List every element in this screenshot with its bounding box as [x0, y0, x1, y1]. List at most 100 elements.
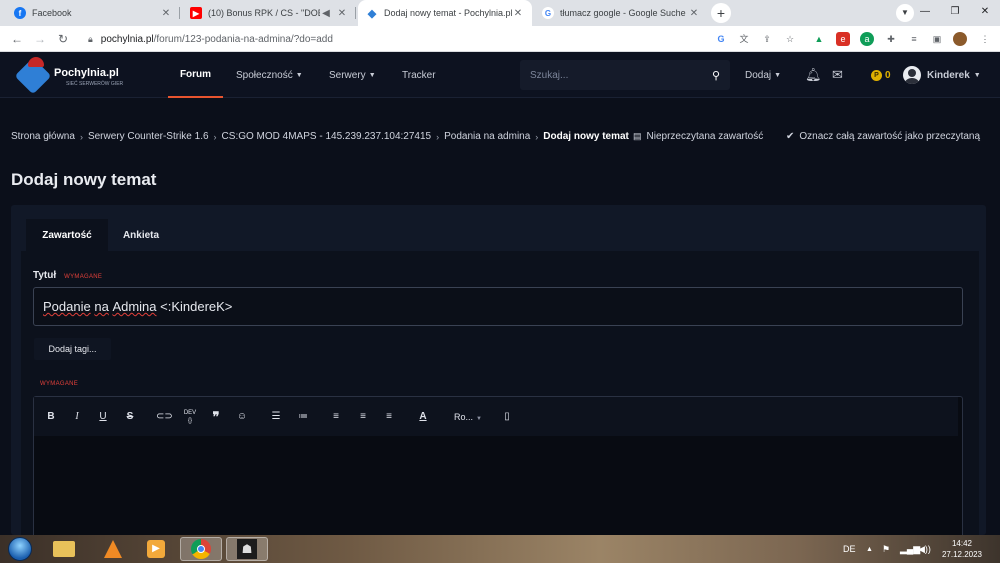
volume-icon[interactable]: ◀)): [918, 535, 931, 563]
required-badge: WYMAGANE: [64, 274, 103, 280]
breadcrumb-forum[interactable]: Podania na admina: [444, 131, 530, 142]
lock-icon: 🔒︎: [88, 33, 93, 44]
google-icon: G: [542, 7, 554, 19]
reload-icon[interactable]: ↻: [54, 30, 72, 48]
caret-down-icon: ▼: [295, 71, 303, 79]
title-label: Tytuł WYMAGANE: [33, 270, 103, 281]
maximize-icon[interactable]: ❐: [940, 6, 970, 17]
back-icon[interactable]: ←: [8, 30, 26, 48]
notifications-bell-icon[interactable]: 🔔︎: [805, 52, 822, 98]
unread-content-link[interactable]: ▤ Nieprzeczytana zawartość: [633, 131, 763, 142]
counter-strike-taskbar-icon[interactable]: ☗: [226, 537, 268, 561]
add-dropdown[interactable]: Dodaj ▼: [745, 52, 781, 98]
profile-avatar-icon[interactable]: [953, 32, 967, 46]
browser-tab-strip: f Facebook ✕ ▶ (10) Bonus RPK / CS - "DO…: [0, 0, 1000, 26]
extensions-puzzle-icon[interactable]: ✚: [884, 32, 898, 46]
vlc-icon[interactable]: [96, 537, 130, 561]
language-indicator[interactable]: DE: [843, 535, 856, 563]
coin-icon: P: [871, 69, 882, 81]
breadcrumb: Strona główna › Serwery Counter-Strike 1…: [11, 131, 629, 142]
font-selector[interactable]: Ro... ▼: [454, 409, 482, 427]
chrome-icon: [191, 539, 211, 559]
site-logo[interactable]: Pochylnia.pl SIEĆ SERWERÓW GIER: [14, 57, 128, 95]
browser-tab-pochylnia[interactable]: ◆ Dodaj nowy temat - Pochylnia.pl ✕: [358, 0, 532, 26]
browser-tab-google[interactable]: G tłumacz google - Google Suche ✕: [534, 0, 708, 26]
explorer-icon[interactable]: [47, 537, 81, 561]
quote-icon[interactable]: ❞: [209, 409, 223, 425]
extension-red-icon[interactable]: e: [836, 32, 850, 46]
google-drive-icon[interactable]: ▲: [812, 32, 826, 46]
translate-icon[interactable]: 文: [737, 32, 751, 46]
numbered-list-icon[interactable]: ≔: [296, 409, 310, 425]
tab-ankieta[interactable]: Ankieta: [115, 219, 167, 251]
system-clock[interactable]: 14:42 27.12.2023: [940, 538, 984, 560]
breadcrumb-home[interactable]: Strona główna: [11, 131, 75, 142]
extension-green-icon[interactable]: a: [860, 32, 874, 46]
windows-logo-icon: [8, 537, 32, 561]
start-button[interactable]: [4, 536, 36, 562]
close-icon[interactable]: ✕: [336, 8, 348, 19]
code-icon[interactable]: DEV{}: [183, 409, 197, 425]
close-window-icon[interactable]: ✕: [970, 6, 1000, 17]
browser-tab-facebook[interactable]: f Facebook ✕: [6, 0, 180, 26]
action-center-flag-icon[interactable]: ⚑: [882, 535, 890, 563]
media-player-icon[interactable]: ▶: [139, 537, 173, 561]
strikethrough-icon[interactable]: S: [123, 409, 137, 425]
italic-icon[interactable]: I: [70, 409, 84, 425]
chevron-right-icon: ›: [535, 131, 539, 142]
caret-down-icon: ▼: [476, 416, 482, 422]
speaker-icon[interactable]: ◀: [320, 8, 332, 19]
emoji-icon[interactable]: ☺: [235, 409, 249, 425]
pochylnia-favicon-icon: ◆: [367, 7, 377, 20]
align-left-icon[interactable]: ≡: [329, 409, 343, 425]
browser-tab-youtube[interactable]: ▶ (10) Bonus RPK / CS - "DOBR ◀ ✕: [182, 0, 356, 26]
close-icon[interactable]: ✕: [688, 8, 700, 19]
side-panel-icon[interactable]: ▣: [930, 32, 944, 46]
messages-envelope-icon[interactable]: ✉: [832, 52, 843, 98]
chevron-right-icon: ›: [436, 131, 440, 142]
google-lens-icon[interactable]: G: [714, 32, 728, 46]
add-tags-button[interactable]: Dodaj tagi...: [34, 338, 111, 360]
chrome-menu-icon[interactable]: ⋮: [978, 32, 992, 46]
share-icon[interactable]: ⇪: [760, 32, 774, 46]
nav-spolecznosc[interactable]: Społeczność ▼: [236, 52, 303, 98]
vlc-cone-icon: [104, 540, 122, 558]
window-controls: — ❐ ✕: [910, 0, 1000, 22]
nav-forum[interactable]: Forum: [168, 52, 223, 98]
chrome-taskbar-icon[interactable]: [180, 537, 222, 561]
minimize-icon[interactable]: —: [910, 6, 940, 17]
user-menu[interactable]: Kinderek ▼: [903, 52, 981, 98]
bookmark-star-icon[interactable]: ☆: [783, 32, 797, 46]
link-icon[interactable]: ⊂⊃: [156, 409, 173, 425]
document-icon[interactable]: ▯: [500, 409, 514, 425]
bullet-list-icon[interactable]: ☰: [269, 409, 283, 425]
bold-icon[interactable]: B: [44, 409, 58, 425]
breadcrumb-server[interactable]: CS:GO MOD 4MAPS - 145.239.237.104:27415: [222, 131, 432, 142]
breadcrumb-servers-cs16[interactable]: Serwery Counter-Strike 1.6: [88, 131, 209, 142]
new-tab-button[interactable]: +: [711, 3, 731, 23]
mark-all-read-link[interactable]: ✔ Oznacz całą zawartość jako przeczytaną: [786, 131, 980, 142]
text-color-icon[interactable]: A: [416, 409, 430, 425]
counter-strike-icon: ☗: [237, 539, 257, 559]
tab-zawartosc[interactable]: Zawartość: [26, 219, 108, 251]
nav-serwery[interactable]: Serwery ▼: [329, 52, 376, 98]
forward-icon[interactable]: →: [31, 30, 49, 48]
align-right-icon[interactable]: ≡: [382, 409, 396, 425]
search-input[interactable]: Szukaj...: [530, 70, 568, 81]
title-input[interactable]: Podanie na Admina <:KindereK>: [33, 287, 963, 326]
close-icon[interactable]: ✕: [160, 8, 172, 19]
youtube-icon: ▶: [190, 7, 202, 19]
address-bar[interactable]: 🔒︎ pochylnia.pl/forum/123-podania-na-adm…: [80, 29, 795, 49]
points-counter[interactable]: P 0: [871, 52, 891, 98]
nav-tracker[interactable]: Tracker: [402, 52, 436, 98]
search-icon[interactable]: ⚲: [712, 69, 720, 82]
site-header: Pochylnia.pl SIEĆ SERWERÓW GIER Forum Sp…: [0, 52, 1000, 98]
close-icon[interactable]: ✕: [512, 8, 524, 19]
site-search[interactable]: Szukaj... ⚲: [520, 60, 730, 90]
facebook-icon: f: [14, 7, 26, 19]
align-center-icon[interactable]: ≡: [356, 409, 370, 425]
tray-expand-icon[interactable]: ▲: [866, 535, 873, 563]
underline-icon[interactable]: U: [96, 409, 110, 425]
reading-list-icon[interactable]: ≡: [907, 32, 921, 46]
chevron-right-icon: ›: [79, 131, 83, 142]
